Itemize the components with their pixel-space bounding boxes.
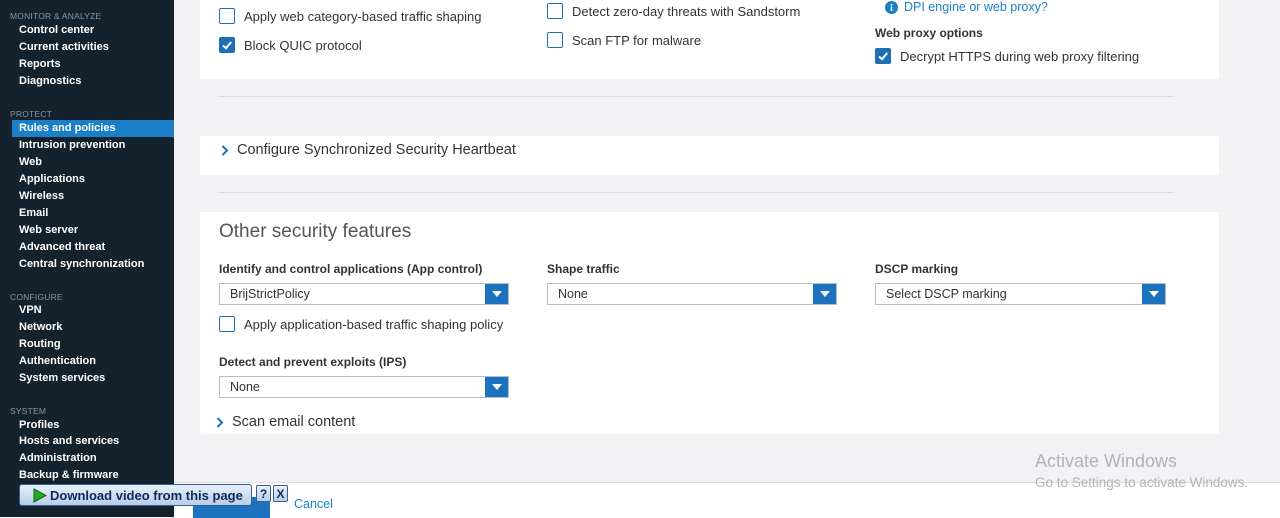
dropdown-arrow-icon[interactable] — [1142, 284, 1165, 304]
web-shaping-label: Apply web category-based traffic shaping — [244, 8, 482, 24]
sidebar-item-diagnostics[interactable]: Diagnostics — [12, 73, 174, 90]
dscp-select[interactable]: Select DSCP marking — [875, 283, 1166, 305]
chevron-right-icon — [221, 144, 229, 156]
sidebar-item-web[interactable]: Web — [12, 154, 174, 171]
dropdown-arrow-icon[interactable] — [485, 377, 508, 397]
download-video-bar: Download video from this page ? X — [19, 484, 290, 506]
dscp-value: Select DSCP marking — [886, 287, 1007, 301]
ftp-label: Scan FTP for malware — [572, 32, 702, 48]
check-icon — [878, 52, 888, 61]
quic-checkbox-row[interactable]: Block QUIC protocol — [219, 37, 362, 53]
shape-traffic-label: Shape traffic — [547, 262, 620, 276]
ftp-checkbox[interactable] — [547, 32, 563, 48]
section-divider — [219, 96, 1173, 97]
decrypt-https-checkbox[interactable] — [875, 48, 891, 64]
dropdown-arrow-icon[interactable] — [485, 284, 508, 304]
sidebar-item-web-server[interactable]: Web server — [12, 222, 174, 239]
sandstorm-checkbox-row[interactable]: Detect zero-day threats with Sandstorm — [547, 3, 800, 19]
sidebar-item-hosts-and-services[interactable]: Hosts and services — [12, 433, 174, 450]
sandstorm-checkbox[interactable] — [547, 3, 563, 19]
heartbeat-expander[interactable]: Configure Synchronized Security Heartbea… — [221, 142, 516, 158]
close-button[interactable]: X — [273, 485, 288, 502]
dpi-link-text: DPI engine or web proxy? — [904, 0, 1048, 14]
check-icon — [222, 41, 232, 50]
scan-email-label: Scan email content — [232, 414, 356, 430]
app-shaping-checkbox-row[interactable]: Apply application-based traffic shaping … — [219, 316, 503, 332]
ftp-checkbox-row[interactable]: Scan FTP for malware — [547, 32, 701, 48]
nav-heading-configure: CONFIGURE — [10, 292, 63, 302]
web-shaping-checkbox[interactable] — [219, 8, 235, 24]
heartbeat-label: Configure Synchronized Security Heartbea… — [237, 142, 516, 158]
web-proxy-heading: Web proxy options — [875, 26, 983, 40]
scan-email-expander[interactable]: Scan email content — [216, 414, 355, 430]
sidebar-item-backup-firmware[interactable]: Backup & firmware — [12, 467, 174, 484]
sidebar-item-control-center[interactable]: Control center — [12, 22, 174, 39]
watermark-title: Activate Windows — [1035, 451, 1178, 471]
ips-value: None — [230, 380, 260, 394]
sidebar-item-wireless[interactable]: Wireless — [12, 188, 174, 205]
ips-label: Detect and prevent exploits (IPS) — [219, 355, 407, 369]
dpi-link[interactable]: DPI engine or web proxy? — [885, 0, 1048, 14]
sidebar-item-central-synchronization[interactable]: Central synchronization — [12, 256, 174, 273]
app-control-value: BrijStrictPolicy — [230, 287, 310, 301]
sidebar-item-routing[interactable]: Routing — [12, 336, 174, 353]
quic-label: Block QUIC protocol — [244, 37, 362, 53]
watermark-subtitle: Go to Settings to activate Windows. — [1035, 475, 1249, 490]
cancel-link[interactable]: Cancel — [294, 497, 333, 511]
app-shaping-checkbox[interactable] — [219, 316, 235, 332]
chevron-right-icon — [216, 416, 224, 428]
dscp-label: DSCP marking — [875, 262, 959, 276]
sidebar-item-current-activities[interactable]: Current activities — [12, 39, 174, 56]
sidebar-item-system-services[interactable]: System services — [12, 370, 174, 387]
sidebar-item-email[interactable]: Email — [12, 205, 174, 222]
shape-traffic-select[interactable]: None — [547, 283, 837, 305]
dropdown-arrow-icon[interactable] — [813, 284, 836, 304]
other-security-title: Other security features — [219, 221, 412, 242]
help-button[interactable]: ? — [256, 485, 271, 502]
sidebar-item-rules-and-policies[interactable]: Rules and policies — [12, 120, 174, 137]
sidebar-item-advanced-threat[interactable]: Advanced threat — [12, 239, 174, 256]
web-settings-panel: Apply web category-based traffic shaping… — [200, 0, 1219, 79]
nav-heading-system: SYSTEM — [10, 406, 47, 416]
shape-traffic-value: None — [558, 287, 588, 301]
sidebar-item-intrusion-prevention[interactable]: Intrusion prevention — [12, 137, 174, 154]
download-video-button[interactable]: Download video from this page — [19, 484, 252, 506]
app-shaping-label: Apply application-based traffic shaping … — [244, 316, 504, 332]
app-control-label: Identify and control applications (App c… — [219, 262, 483, 276]
info-icon — [885, 0, 898, 14]
other-security-panel: Other security features Identify and con… — [200, 212, 1219, 434]
quic-checkbox[interactable] — [219, 37, 235, 53]
activate-windows-watermark: Activate Windows Go to Settings to activ… — [1035, 451, 1248, 490]
nav-heading-protect: PROTECT — [10, 109, 53, 119]
sidebar: MONITOR & ANALYZE Control center Current… — [0, 0, 174, 517]
download-video-label: Download video from this page — [50, 487, 243, 503]
play-icon — [33, 487, 47, 503]
sidebar-item-authentication[interactable]: Authentication — [12, 353, 174, 370]
sidebar-item-profiles[interactable]: Profiles — [12, 417, 174, 434]
heartbeat-panel: Configure Synchronized Security Heartbea… — [200, 136, 1219, 175]
web-shaping-checkbox-row[interactable]: Apply web category-based traffic shaping — [219, 8, 482, 24]
decrypt-https-checkbox-row[interactable]: Decrypt HTTPS during web proxy filtering — [875, 48, 1139, 64]
ips-select[interactable]: None — [219, 376, 509, 398]
sidebar-item-applications[interactable]: Applications — [12, 171, 174, 188]
sidebar-item-network[interactable]: Network — [12, 319, 174, 336]
section-divider — [219, 192, 1173, 193]
sidebar-item-reports[interactable]: Reports — [12, 56, 174, 73]
sandstorm-label: Detect zero-day threats with Sandstorm — [572, 3, 801, 19]
decrypt-https-label: Decrypt HTTPS during web proxy filtering — [900, 48, 1140, 64]
sidebar-item-vpn[interactable]: VPN — [12, 302, 174, 319]
sidebar-item-administration[interactable]: Administration — [12, 450, 174, 467]
nav-heading-monitor: MONITOR & ANALYZE — [10, 11, 102, 21]
app-control-select[interactable]: BrijStrictPolicy — [219, 283, 509, 305]
